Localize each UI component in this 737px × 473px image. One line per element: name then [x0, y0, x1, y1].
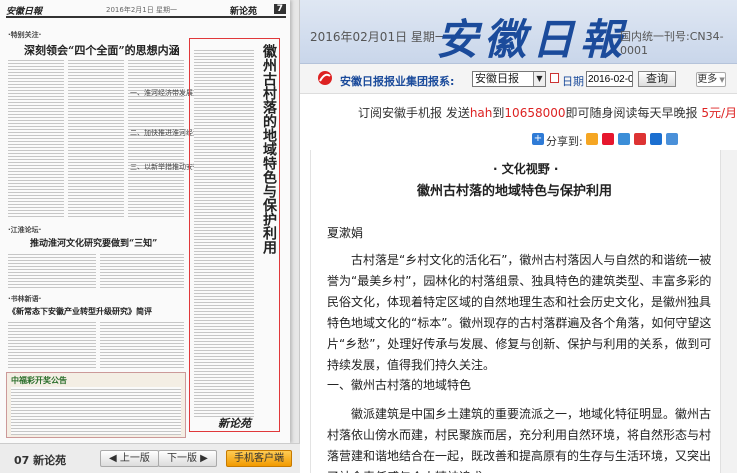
text-column — [100, 252, 184, 288]
text-column — [128, 58, 184, 218]
article-scrollbar[interactable] — [720, 150, 737, 473]
article-headline-1[interactable]: 深刻领会“四个全面”的思想内涵 — [24, 42, 180, 58]
masthead-page-number: 7 — [273, 4, 286, 14]
issn-text: 国内统一刊号:CN34-0001 — [620, 30, 724, 57]
newspaper-page-image[interactable]: 安徽日報 2016年2月1日 星期一 新论苑 7 ·特别关注· 深刻领会“四个全… — [0, 0, 290, 443]
section-logo: 新论苑 — [218, 417, 251, 430]
text-column — [194, 48, 254, 418]
share-plus-icon[interactable]: + — [532, 133, 544, 145]
vertical-article-title: 徽州古村落的地域特色与保护利用 — [261, 44, 277, 254]
text-column — [100, 320, 184, 368]
dropdown-arrow-icon[interactable]: ▼ — [533, 72, 545, 86]
promo-number: 10658000 — [504, 106, 566, 120]
promo-text: 即可随身阅读每天早晚报 — [565, 106, 702, 120]
weibo-share-icon[interactable] — [602, 133, 614, 145]
share-bar: + 分享到: — [300, 130, 737, 150]
article-title: 徽州古村落的地域特色与保护利用 — [417, 184, 613, 199]
group-label: 安徽日报报业集团报系: — [340, 75, 455, 88]
current-page-label: 07 新论苑 — [14, 454, 67, 467]
promo-text: 订阅安徽手机报 发送 — [358, 106, 470, 120]
page-viewer: 安徽日報 2016年2月1日 星期一 新论苑 7 ·特别关注· 深刻领会“四个全… — [0, 0, 300, 473]
mobile-client-button[interactable]: 手机客户端 — [226, 450, 292, 467]
article-headline-2[interactable]: 推动淮河文化研究要做到“三知” — [30, 236, 157, 249]
section-tag: ·书林新语· — [8, 295, 42, 303]
article-subhead: 一、徽州古村落的地域特色 — [327, 378, 472, 392]
more-label: 更多 — [697, 74, 718, 85]
page-masthead: 安徽日報 2016年2月1日 星期一 新论苑 7 — [6, 4, 286, 18]
douban-share-icon[interactable] — [666, 133, 678, 145]
text-column — [8, 252, 96, 288]
tencent-weibo-share-icon[interactable] — [618, 133, 630, 145]
section-tag: ·特别关注· — [8, 31, 42, 39]
qzone-share-icon[interactable] — [586, 133, 598, 145]
article-author: 夏漱娟 — [327, 226, 364, 240]
prev-page-label: 上一版 — [119, 453, 150, 464]
article-paragraph: 徽派建筑是中国乡土建筑的重要流派之一，地域化特征明显。徽州古村落依山傍水而建，村… — [327, 407, 712, 473]
kaixin-share-icon[interactable] — [650, 133, 662, 145]
lottery-ad[interactable]: 中福彩开奖公告 — [6, 372, 186, 438]
next-page-label: 下一版 — [167, 453, 197, 464]
date-input[interactable] — [586, 71, 633, 87]
renren-share-icon[interactable] — [634, 133, 646, 145]
date-label: 日期 — [562, 75, 584, 88]
ad-title: 中福彩开奖公告 — [11, 376, 67, 385]
article-kicker: · 文化视野 · — [493, 162, 559, 176]
section-tag: ·江淮论坛· — [8, 226, 42, 234]
group-logo-icon — [318, 71, 332, 85]
search-toolbar: 安徽日报报业集团报系: 安徽日报 ▼ 日期 查询 更多 ▼ — [300, 64, 737, 94]
promo-keyword: hah — [469, 106, 493, 120]
paper-select[interactable]: 安徽日报 ▼ — [472, 71, 546, 87]
paper-select-value: 安徽日报 — [475, 72, 519, 85]
page-navigation: 07 新论苑 ◀ 上一版 下一版 ▶ 手机客户端 — [0, 443, 300, 473]
text-column — [8, 58, 64, 218]
article-content: · 文化视野 · 徽州古村落的地域特色与保护利用 夏漱娟 古村落是“乡村文化的活… — [310, 150, 720, 473]
query-button[interactable]: 查询 — [638, 71, 676, 87]
newspaper-logo[interactable]: 安徽日報 — [436, 6, 628, 67]
masthead-title: 安徽日報 — [6, 7, 43, 17]
prev-page-button[interactable]: ◀ 上一版 — [100, 450, 159, 467]
promo-text: 到 — [492, 106, 505, 120]
masthead-page-label: 新论苑 — [230, 7, 258, 17]
next-page-button[interactable]: 下一版 ▶ — [158, 450, 217, 467]
more-button[interactable]: 更多 ▼ — [696, 72, 726, 87]
article-paragraph: 古村落是“乡村文化的活化石”，徽州古村落因人与自然的和谐统一被誉为“最美乡村”，… — [327, 253, 712, 372]
calendar-icon[interactable] — [550, 73, 559, 83]
ad-table — [11, 387, 181, 435]
text-column — [68, 58, 124, 218]
text-column — [8, 320, 96, 368]
promo-price: 5元/月 — [701, 106, 737, 120]
article-headline-3[interactable]: 《新常态下安徽产业转型升级研究》简评 — [8, 306, 152, 317]
share-label: 分享到: — [546, 135, 583, 148]
mobile-subscription-promo[interactable]: 订阅安徽手机报 发送hah到10658000即可随身阅读每天早晚报 5元/月 — [300, 98, 737, 126]
masthead-dateline: 2016年2月1日 星期一 — [106, 6, 177, 14]
header-date: 2016年02月01日 星期一 — [310, 30, 447, 44]
